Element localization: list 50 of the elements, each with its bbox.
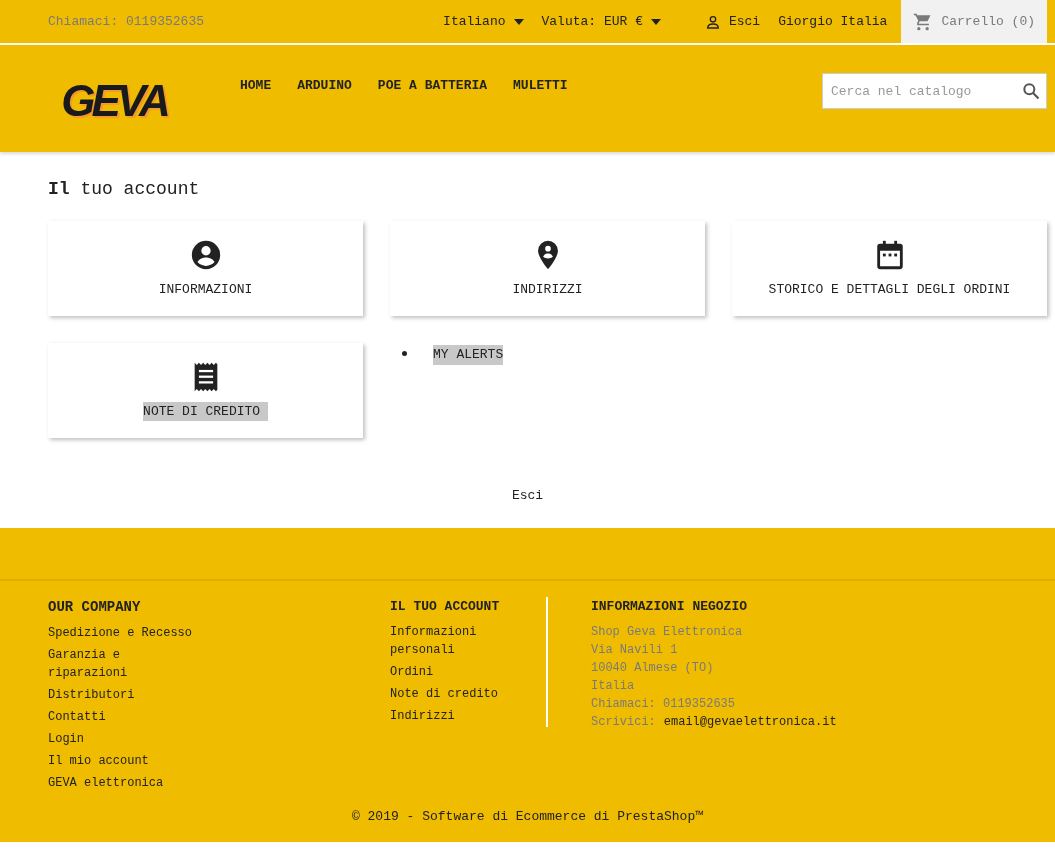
footer-link[interactable]: Ordini [390, 662, 510, 681]
footer-link[interactable]: GEVA elettronica [48, 774, 198, 792]
footer-heading: INFORMAZIONI NEGOZIO [591, 598, 749, 616]
caret-icon [650, 18, 661, 25]
card-label: NOTE DI CREDITO [143, 401, 268, 422]
search-field[interactable]: Cerca nel catalogo [822, 73, 1047, 109]
bullet-icon [402, 351, 407, 356]
store-info-text: Scrivici: [591, 713, 656, 731]
footer-link[interactable]: Informazioni personali [390, 622, 510, 659]
footer-heading: IL TUO ACCOUNT [390, 598, 501, 616]
account-card[interactable]: INFORMAZIONI [48, 221, 363, 316]
caret-icon [513, 18, 524, 25]
cart-button[interactable]: Carrello (0) [901, 0, 1047, 43]
nav-link[interactable]: HOME [240, 76, 272, 96]
account-link[interactable]: Giorgio Italia [778, 11, 888, 32]
footer-link[interactable]: Distributori [48, 686, 198, 704]
page-title: Il tuo account [48, 178, 201, 201]
footer-heading: OUR COMPANY [48, 598, 142, 617]
language-dropdown[interactable]: Italiano [443, 11, 524, 32]
user-icon [704, 13, 721, 30]
nav-link[interactable]: MULETTI [513, 76, 568, 96]
store-info-text: Italia [591, 677, 636, 695]
logo[interactable]: GEVA [50, 70, 178, 132]
store-info-text: 10040 Almese (TO) [591, 659, 715, 677]
footer-link[interactable]: Login [48, 730, 198, 748]
footer-link[interactable]: Garanzia e riparazioni [48, 646, 198, 682]
account-card[interactable]: NOTE DI CREDITO [48, 343, 363, 438]
search-icon[interactable] [1021, 81, 1041, 101]
nav-link[interactable]: ARDUINO [297, 76, 352, 96]
phone-text: Chiamaci: 0119352635 [48, 12, 205, 31]
currency-dropdown[interactable]: Valuta: EUR € [541, 11, 661, 32]
footer-link[interactable]: Indirizzi [390, 706, 510, 725]
account-card[interactable]: STORICO E DETTAGLI DEGLI ORDINI [732, 221, 1047, 316]
store-info-text: Chiamaci: 0119352635 [591, 695, 737, 713]
card-label: INDIRIZZI [512, 280, 583, 299]
logout-link[interactable]: Esci [728, 11, 761, 32]
nav-link[interactable]: POE A BATTERIA [377, 76, 488, 96]
footer-link[interactable]: Contatti [48, 708, 198, 726]
account-card[interactable]: INDIRIZZI [390, 221, 705, 316]
footer-link[interactable]: Note di credito [390, 684, 510, 703]
card-label: INFORMAZIONI [158, 280, 253, 299]
email-link[interactable]: email@gevaelettronica.it [663, 712, 837, 731]
logout-link[interactable]: Esci [511, 486, 544, 506]
alerts-link[interactable]: MY ALERTS [433, 345, 504, 365]
store-info-text: Via Navili 1 [591, 641, 679, 659]
footer-link[interactable]: Spedizione e Recesso [48, 624, 198, 642]
card-label: STORICO E DETTAGLI DEGLI ORDINI [768, 280, 1011, 299]
store-info-text: Shop Geva Elettronica [591, 623, 744, 641]
copyright-text: © 2019 - Software di Ecommerce di PrestaShop™ [351, 807, 704, 826]
footer-link[interactable]: Il mio account [48, 752, 198, 770]
